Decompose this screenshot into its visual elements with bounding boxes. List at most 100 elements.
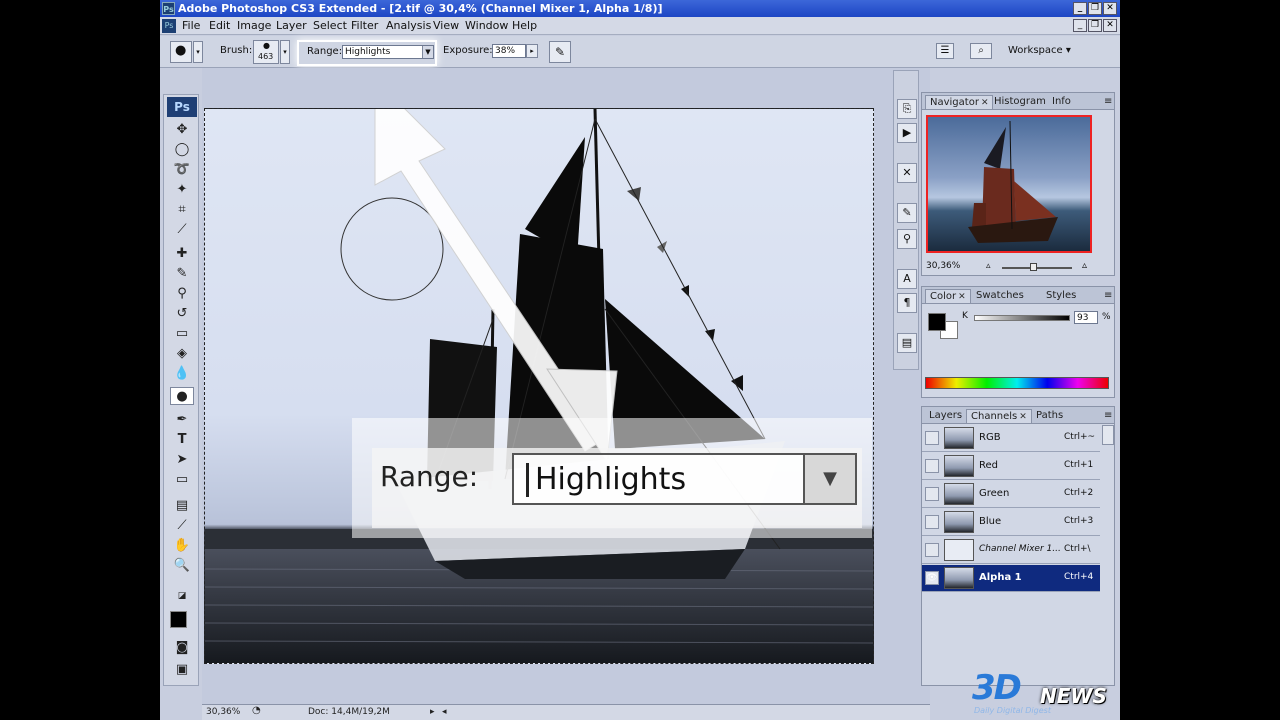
airbrush-toggle[interactable]: ✎ [549,41,571,63]
healing-brush-tool-icon[interactable]: ✚ [170,245,194,263]
panel-menu-icon[interactable]: ≡ [1100,409,1116,423]
tool-preset-arrow[interactable]: ▾ [193,41,203,63]
navigator-thumbnail[interactable] [926,115,1092,253]
tool-presets-icon[interactable]: ✕ [897,163,917,183]
tab-layers[interactable]: Layers [925,409,966,423]
close-button[interactable]: ✕ [1103,2,1117,15]
quick-mask-icon[interactable]: ◙ [170,639,194,657]
eraser-tool-icon[interactable]: ▭ [170,325,194,343]
tab-info[interactable]: Info [1048,95,1075,109]
status-menu-arrow[interactable]: ▸ [430,707,435,717]
channel-row-green[interactable]: Green Ctrl+2 [922,481,1100,508]
screen-mode-icon[interactable]: ▣ [170,661,194,679]
brush-tool-icon[interactable]: ✎ [170,265,194,283]
channels-scrollbar[interactable] [1102,425,1114,445]
restore-button[interactable]: ❐ [1088,2,1102,15]
character-panel-icon[interactable]: A [897,269,917,289]
eyedropper-tool-icon[interactable]: ⟋ [170,517,194,535]
channel-row-red[interactable]: Red Ctrl+1 [922,453,1100,480]
palette-well-button[interactable]: ☰ [936,43,954,59]
zoom-out-icon[interactable]: ▵ [986,261,991,271]
workspace-menu[interactable]: Workspace ▾ [1008,45,1071,56]
move-tool-icon[interactable]: ✥ [170,121,194,139]
blur-tool-icon[interactable]: 💧 [170,365,194,383]
history-panel-icon[interactable]: ⎘ [897,99,917,119]
menu-layer[interactable]: Layer [276,19,307,32]
visibility-toggle[interactable] [925,459,939,473]
exposure-field[interactable]: 38% [492,44,526,58]
pen-tool-icon[interactable]: ✒ [170,411,194,429]
doc-restore-button[interactable]: ❐ [1088,19,1102,32]
color-ramp[interactable] [925,377,1109,389]
visibility-toggle[interactable] [925,487,939,501]
actions-panel-icon[interactable]: ▶ [897,123,917,143]
menu-edit[interactable]: Edit [209,19,230,32]
k-value-field[interactable]: 93 [1074,311,1098,324]
status-icon[interactable]: ◔ [252,705,261,716]
document-canvas[interactable] [204,108,874,664]
dodge-tool-icon[interactable]: ● [170,387,194,405]
menu-filter[interactable]: Filter [351,19,378,32]
menu-view[interactable]: View [433,19,459,32]
brush-picker-arrow[interactable]: ▾ [280,40,290,64]
menu-window[interactable]: Window [465,19,508,32]
tab-navigator[interactable]: Navigator ✕ [925,95,994,109]
k-slider[interactable] [974,315,1070,321]
channel-row-alpha1[interactable]: 👁 Alpha 1 Ctrl+4 [922,565,1100,592]
range-select[interactable]: Highlights ▼ [342,45,434,59]
paragraph-panel-icon[interactable]: ¶ [897,293,917,313]
clone-source-icon[interactable]: ⚲ [897,229,917,249]
navigator-zoom[interactable]: 30,36% [926,261,960,271]
visibility-toggle[interactable] [925,431,939,445]
tab-channels[interactable]: Channels ✕ [966,409,1032,423]
minimize-button[interactable]: _ [1073,2,1087,15]
visibility-toggle[interactable] [925,543,939,557]
marquee-tool-icon[interactable]: ◯ [170,141,194,159]
crop-tool-icon[interactable]: ⌗ [170,201,194,219]
tab-swatches[interactable]: Swatches [972,289,1028,303]
layer-comps-icon[interactable]: ▤ [897,333,917,353]
type-tool-icon[interactable]: T [170,431,194,449]
zoom-slider-handle[interactable] [1030,263,1037,271]
magic-wand-tool-icon[interactable]: ✦ [170,181,194,199]
slice-tool-icon[interactable]: ⟋ [170,221,194,239]
tool-preset-picker[interactable]: ● [170,41,192,63]
clone-stamp-tool-icon[interactable]: ⚲ [170,285,194,303]
status-zoom[interactable]: 30,36% [206,707,240,717]
foreground-color-chip[interactable] [928,313,946,331]
tab-paths[interactable]: Paths [1032,409,1067,423]
zoom-in-icon[interactable]: ▵ [1082,260,1087,271]
visibility-toggle[interactable] [925,515,939,529]
zoom-slider[interactable] [1002,267,1072,269]
path-selection-tool-icon[interactable]: ➤ [170,451,194,469]
tab-color[interactable]: Color ✕ [925,289,971,303]
history-brush-tool-icon[interactable]: ↺ [170,305,194,323]
exposure-slider-arrow[interactable]: ▸ [526,44,538,58]
hand-tool-icon[interactable]: ✋ [170,537,194,555]
menu-file[interactable]: File [182,19,200,32]
default-colors-icon[interactable]: ◪ [170,587,194,605]
panel-menu-icon[interactable]: ≡ [1100,289,1116,303]
paint-bucket-tool-icon[interactable]: ◈ [170,345,194,363]
bridge-button[interactable]: ⌕ [970,43,992,59]
menu-select[interactable]: Select [313,19,347,32]
zoom-tool-icon[interactable]: 🔍 [170,557,194,575]
menu-help[interactable]: Help [512,19,537,32]
tab-styles[interactable]: Styles [1042,289,1080,303]
channel-row-mixer[interactable]: Channel Mixer 1... Ctrl+\ [922,537,1100,564]
panel-menu-icon[interactable]: ≡ [1100,95,1116,109]
brushes-panel-icon[interactable]: ✎ [897,203,917,223]
menu-image[interactable]: Image [237,19,271,32]
doc-close-button[interactable]: ✕ [1103,19,1117,32]
tab-histogram[interactable]: Histogram [990,95,1050,109]
status-scroll-left[interactable]: ◂ [442,707,447,717]
lasso-tool-icon[interactable]: ➰ [170,161,194,179]
shape-tool-icon[interactable]: ▭ [170,471,194,489]
channel-row-rgb[interactable]: RGB Ctrl+~ [922,425,1100,452]
foreground-color-swatch[interactable] [170,611,187,628]
brush-picker[interactable]: ● 463 [253,40,279,64]
notes-tool-icon[interactable]: ▤ [170,497,194,515]
doc-minimize-button[interactable]: _ [1073,19,1087,32]
menu-analysis[interactable]: Analysis [386,19,431,32]
visibility-toggle[interactable]: 👁 [925,571,939,585]
